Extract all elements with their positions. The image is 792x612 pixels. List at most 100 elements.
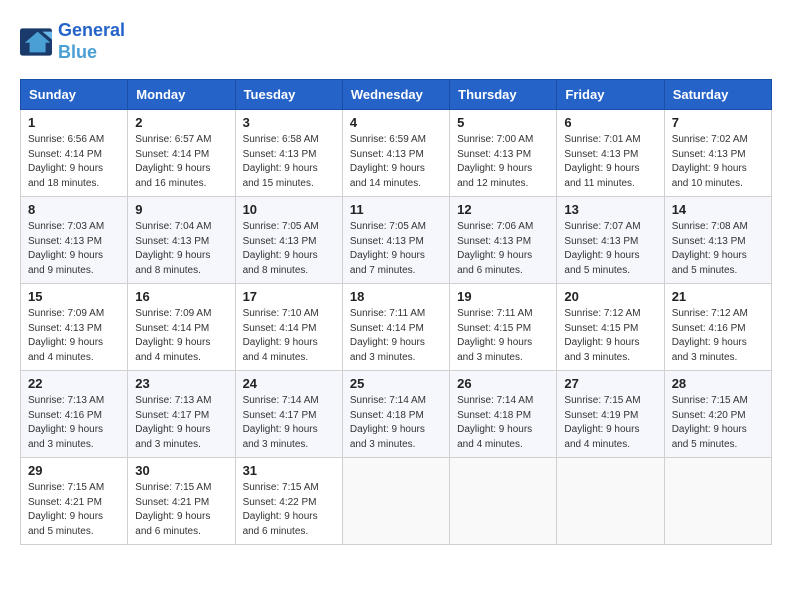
day-number: 21 bbox=[672, 289, 764, 304]
day-number: 3 bbox=[243, 115, 335, 130]
logo-text: General Blue bbox=[58, 20, 125, 63]
day-number: 29 bbox=[28, 463, 120, 478]
day-info: Sunrise: 7:12 AMSunset: 4:16 PMDaylight:… bbox=[672, 307, 764, 365]
calendar-cell: 8 Sunrise: 7:03 AMSunset: 4:13 PMDaylight… bbox=[21, 197, 128, 284]
day-number: 4 bbox=[350, 115, 442, 130]
calendar-cell: 25 Sunrise: 7:14 AMSunset: 4:18 PMDayligh… bbox=[342, 371, 449, 458]
day-number: 18 bbox=[350, 289, 442, 304]
calendar-week-row: 1Sunrise: 6:56 AMSunset: 4:14 PMDaylight… bbox=[21, 110, 772, 197]
calendar-cell: 21 Sunrise: 7:12 AMSunset: 4:16 PMDayligh… bbox=[664, 284, 771, 371]
calendar-cell: 9 Sunrise: 7:04 AMSunset: 4:13 PMDaylight… bbox=[128, 197, 235, 284]
day-number: 6 bbox=[564, 115, 656, 130]
day-info: Sunrise: 7:12 AMSunset: 4:15 PMDaylight:… bbox=[564, 307, 656, 365]
day-info: Sunrise: 7:04 AMSunset: 4:13 PMDaylight:… bbox=[135, 220, 227, 278]
calendar-cell: 24 Sunrise: 7:14 AMSunset: 4:17 PMDayligh… bbox=[235, 371, 342, 458]
day-number: 20 bbox=[564, 289, 656, 304]
page-header: General Blue bbox=[20, 20, 772, 63]
day-info: Sunrise: 7:09 AMSunset: 4:14 PMDaylight:… bbox=[135, 307, 227, 365]
calendar-cell bbox=[342, 458, 449, 545]
day-number: 14 bbox=[672, 202, 764, 217]
day-info: Sunrise: 7:14 AMSunset: 4:17 PMDaylight:… bbox=[243, 394, 335, 452]
calendar-cell: 11 Sunrise: 7:05 AMSunset: 4:13 PMDayligh… bbox=[342, 197, 449, 284]
calendar-cell: 27 Sunrise: 7:15 AMSunset: 4:19 PMDayligh… bbox=[557, 371, 664, 458]
column-header-sunday: Sunday bbox=[21, 80, 128, 110]
day-number: 17 bbox=[243, 289, 335, 304]
day-number: 27 bbox=[564, 376, 656, 391]
calendar-week-row: 29 Sunrise: 7:15 AMSunset: 4:21 PMDayligh… bbox=[21, 458, 772, 545]
day-info: Sunrise: 7:05 AMSunset: 4:13 PMDaylight:… bbox=[243, 220, 335, 278]
day-info: Sunrise: 7:02 AMSunset: 4:13 PMDaylight:… bbox=[672, 133, 764, 191]
day-info: Sunrise: 7:15 AMSunset: 4:22 PMDaylight:… bbox=[243, 481, 335, 539]
calendar-cell: 10Sunrise: 7:05 AMSunset: 4:13 PMDayligh… bbox=[235, 197, 342, 284]
day-info: Sunrise: 7:15 AMSunset: 4:21 PMDaylight:… bbox=[28, 481, 120, 539]
day-info: Sunrise: 6:58 AMSunset: 4:13 PMDaylight:… bbox=[243, 133, 335, 191]
calendar-cell: 22 Sunrise: 7:13 AMSunset: 4:16 PMDayligh… bbox=[21, 371, 128, 458]
calendar-week-row: 8 Sunrise: 7:03 AMSunset: 4:13 PMDaylight… bbox=[21, 197, 772, 284]
day-number: 24 bbox=[243, 376, 335, 391]
calendar-cell: 19Sunrise: 7:11 AMSunset: 4:15 PMDayligh… bbox=[450, 284, 557, 371]
day-info: Sunrise: 7:08 AMSunset: 4:13 PMDaylight:… bbox=[672, 220, 764, 278]
day-info: Sunrise: 7:01 AMSunset: 4:13 PMDaylight:… bbox=[564, 133, 656, 191]
calendar-table: SundayMondayTuesdayWednesdayThursdayFrid… bbox=[20, 79, 772, 545]
day-info: Sunrise: 7:15 AMSunset: 4:21 PMDaylight:… bbox=[135, 481, 227, 539]
day-number: 26 bbox=[457, 376, 549, 391]
day-number: 5 bbox=[457, 115, 549, 130]
day-number: 31 bbox=[243, 463, 335, 478]
calendar-cell: 17 Sunrise: 7:10 AMSunset: 4:14 PMDayligh… bbox=[235, 284, 342, 371]
day-info: Sunrise: 7:15 AMSunset: 4:19 PMDaylight:… bbox=[564, 394, 656, 452]
day-number: 11 bbox=[350, 202, 442, 217]
day-info: Sunrise: 7:09 AMSunset: 4:13 PMDaylight:… bbox=[28, 307, 120, 365]
day-number: 7 bbox=[672, 115, 764, 130]
day-number: 22 bbox=[28, 376, 120, 391]
day-info: Sunrise: 7:03 AMSunset: 4:13 PMDaylight:… bbox=[28, 220, 120, 278]
day-number: 12 bbox=[457, 202, 549, 217]
calendar-cell bbox=[664, 458, 771, 545]
calendar-cell: 16 Sunrise: 7:09 AMSunset: 4:14 PMDayligh… bbox=[128, 284, 235, 371]
calendar-cell bbox=[557, 458, 664, 545]
logo: General Blue bbox=[20, 20, 125, 63]
day-info: Sunrise: 7:10 AMSunset: 4:14 PMDaylight:… bbox=[243, 307, 335, 365]
calendar-cell: 5 Sunrise: 7:00 AMSunset: 4:13 PMDaylight… bbox=[450, 110, 557, 197]
calendar-header-row: SundayMondayTuesdayWednesdayThursdayFrid… bbox=[21, 80, 772, 110]
day-info: Sunrise: 7:05 AMSunset: 4:13 PMDaylight:… bbox=[350, 220, 442, 278]
calendar-cell: 20 Sunrise: 7:12 AMSunset: 4:15 PMDayligh… bbox=[557, 284, 664, 371]
calendar-cell: 30Sunrise: 7:15 AMSunset: 4:21 PMDayligh… bbox=[128, 458, 235, 545]
column-header-monday: Monday bbox=[128, 80, 235, 110]
day-number: 13 bbox=[564, 202, 656, 217]
calendar-cell: 28Sunrise: 7:15 AMSunset: 4:20 PMDayligh… bbox=[664, 371, 771, 458]
calendar-week-row: 22 Sunrise: 7:13 AMSunset: 4:16 PMDayligh… bbox=[21, 371, 772, 458]
day-number: 16 bbox=[135, 289, 227, 304]
day-info: Sunrise: 7:13 AMSunset: 4:16 PMDaylight:… bbox=[28, 394, 120, 452]
calendar-cell: 6 Sunrise: 7:01 AMSunset: 4:13 PMDaylight… bbox=[557, 110, 664, 197]
calendar-cell: 31 Sunrise: 7:15 AMSunset: 4:22 PMDayligh… bbox=[235, 458, 342, 545]
day-number: 9 bbox=[135, 202, 227, 217]
calendar-cell: 1Sunrise: 6:56 AMSunset: 4:14 PMDaylight… bbox=[21, 110, 128, 197]
calendar-cell: 23Sunrise: 7:13 AMSunset: 4:17 PMDayligh… bbox=[128, 371, 235, 458]
calendar-cell: 18Sunrise: 7:11 AMSunset: 4:14 PMDayligh… bbox=[342, 284, 449, 371]
calendar-cell: 15 Sunrise: 7:09 AMSunset: 4:13 PMDayligh… bbox=[21, 284, 128, 371]
day-number: 23 bbox=[135, 376, 227, 391]
day-number: 25 bbox=[350, 376, 442, 391]
day-number: 8 bbox=[28, 202, 120, 217]
column-header-thursday: Thursday bbox=[450, 80, 557, 110]
day-info: Sunrise: 7:07 AMSunset: 4:13 PMDaylight:… bbox=[564, 220, 656, 278]
calendar-cell: 14 Sunrise: 7:08 AMSunset: 4:13 PMDayligh… bbox=[664, 197, 771, 284]
day-info: Sunrise: 7:00 AMSunset: 4:13 PMDaylight:… bbox=[457, 133, 549, 191]
calendar-cell: 13 Sunrise: 7:07 AMSunset: 4:13 PMDayligh… bbox=[557, 197, 664, 284]
day-number: 1 bbox=[28, 115, 120, 130]
day-info: Sunrise: 7:14 AMSunset: 4:18 PMDaylight:… bbox=[457, 394, 549, 452]
calendar-cell: 26 Sunrise: 7:14 AMSunset: 4:18 PMDayligh… bbox=[450, 371, 557, 458]
logo-icon bbox=[20, 28, 52, 56]
day-number: 19 bbox=[457, 289, 549, 304]
calendar-cell: 29 Sunrise: 7:15 AMSunset: 4:21 PMDayligh… bbox=[21, 458, 128, 545]
column-header-tuesday: Tuesday bbox=[235, 80, 342, 110]
calendar-cell: 7 Sunrise: 7:02 AMSunset: 4:13 PMDaylight… bbox=[664, 110, 771, 197]
calendar-week-row: 15 Sunrise: 7:09 AMSunset: 4:13 PMDayligh… bbox=[21, 284, 772, 371]
day-info: Sunrise: 7:14 AMSunset: 4:18 PMDaylight:… bbox=[350, 394, 442, 452]
day-info: Sunrise: 7:15 AMSunset: 4:20 PMDaylight:… bbox=[672, 394, 764, 452]
column-header-friday: Friday bbox=[557, 80, 664, 110]
day-number: 15 bbox=[28, 289, 120, 304]
calendar-cell: 3 Sunrise: 6:58 AMSunset: 4:13 PMDaylight… bbox=[235, 110, 342, 197]
day-info: Sunrise: 6:57 AMSunset: 4:14 PMDaylight:… bbox=[135, 133, 227, 191]
calendar-cell: 4Sunrise: 6:59 AMSunset: 4:13 PMDaylight… bbox=[342, 110, 449, 197]
